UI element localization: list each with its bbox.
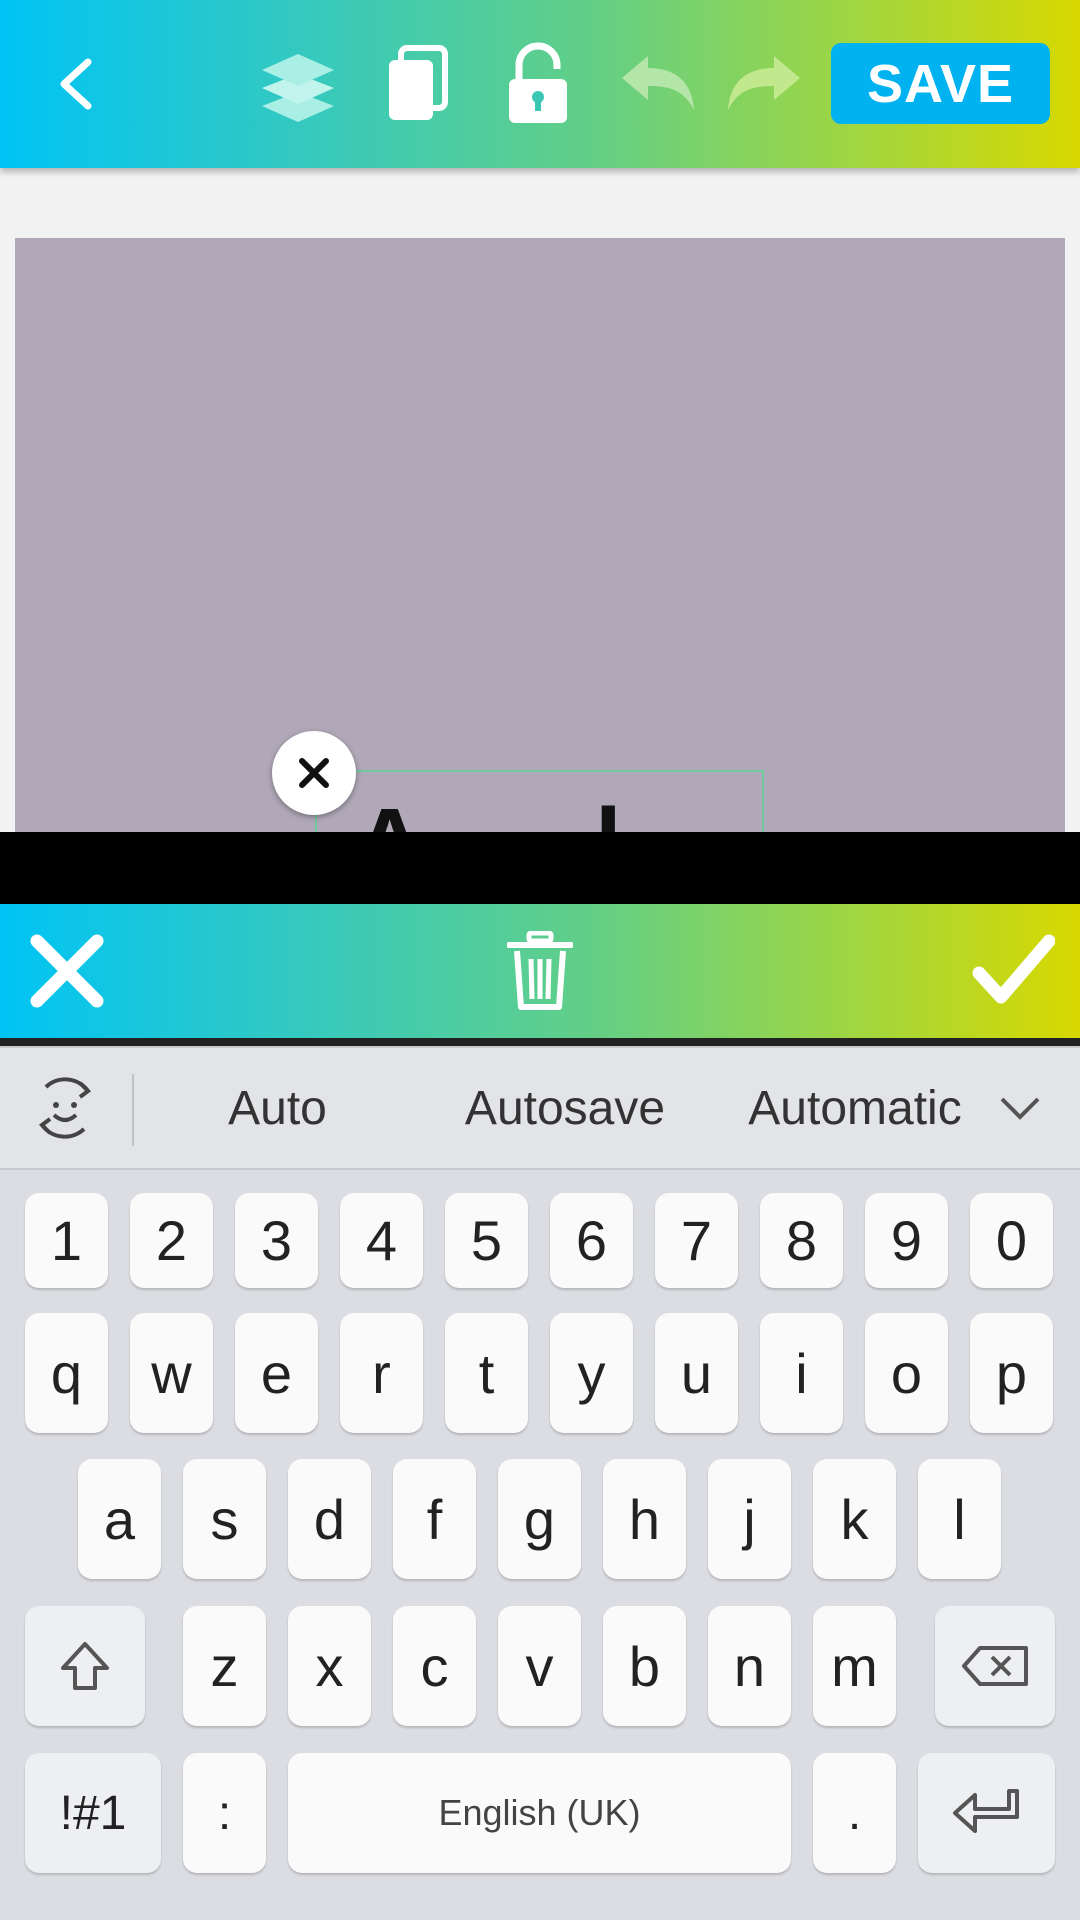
key-s[interactable]: s <box>183 1459 266 1579</box>
key-u[interactable]: u <box>655 1313 738 1433</box>
key-2[interactable]: 2 <box>130 1193 213 1288</box>
redo-icon[interactable] <box>714 34 814 134</box>
key-g[interactable]: g <box>498 1459 581 1579</box>
key-m[interactable]: m <box>813 1606 896 1726</box>
key-q[interactable]: q <box>25 1313 108 1433</box>
key-p[interactable]: p <box>970 1313 1053 1433</box>
key-x[interactable]: x <box>288 1606 371 1726</box>
key-a[interactable]: a <box>78 1459 161 1579</box>
key-n[interactable]: n <box>708 1606 791 1726</box>
text-edit-bar <box>0 904 1080 1038</box>
back-icon[interactable] <box>28 34 128 134</box>
key-c[interactable]: c <box>393 1606 476 1726</box>
colon-key[interactable]: : <box>183 1753 266 1873</box>
key-w[interactable]: w <box>130 1313 213 1433</box>
chevron-down-icon[interactable] <box>990 1048 1050 1168</box>
unlock-icon[interactable] <box>488 34 588 134</box>
shift-key[interactable] <box>25 1606 145 1726</box>
key-f[interactable]: f <box>393 1459 476 1579</box>
key-9[interactable]: 9 <box>865 1193 948 1288</box>
key-8[interactable]: 8 <box>760 1193 843 1288</box>
period-key[interactable]: . <box>813 1753 896 1873</box>
overlay-band <box>0 832 1080 904</box>
top-toolbar: SAVE <box>0 0 1080 168</box>
key-7[interactable]: 7 <box>655 1193 738 1288</box>
save-button[interactable]: SAVE <box>831 43 1050 124</box>
shift-icon <box>61 1642 109 1690</box>
suggestion-divider <box>132 1074 134 1146</box>
design-canvas[interactable]: A l <box>15 238 1065 832</box>
suggestion-3[interactable]: Automatic <box>735 1048 975 1168</box>
key-0[interactable]: 0 <box>970 1193 1053 1288</box>
key-o[interactable]: o <box>865 1313 948 1433</box>
backspace-icon <box>962 1646 1028 1686</box>
close-icon <box>299 758 329 788</box>
canvas-text-2[interactable]: l <box>595 788 622 832</box>
cancel-icon[interactable] <box>0 904 134 1038</box>
suggestion-bar: Auto Autosave Automatic <box>0 1046 1080 1170</box>
symbols-key[interactable]: !#1 <box>25 1753 161 1873</box>
enter-icon <box>952 1789 1019 1833</box>
backspace-key[interactable] <box>935 1606 1055 1726</box>
enter-key[interactable] <box>918 1753 1055 1873</box>
confirm-check-icon[interactable] <box>946 904 1080 1038</box>
key-e[interactable]: e <box>235 1313 318 1433</box>
suggestion-1[interactable]: Auto <box>170 1048 385 1168</box>
canvas-text[interactable]: A <box>355 788 424 832</box>
soft-keyboard: Auto Autosave Automatic 1 2 3 4 5 6 7 8 … <box>0 1046 1080 1920</box>
emoji-toggle-icon[interactable] <box>20 1048 110 1168</box>
key-v[interactable]: v <box>498 1606 581 1726</box>
key-j[interactable]: j <box>708 1459 791 1579</box>
key-t[interactable]: t <box>445 1313 528 1433</box>
key-5[interactable]: 5 <box>445 1193 528 1288</box>
key-l[interactable]: l <box>918 1459 1001 1579</box>
key-r[interactable]: r <box>340 1313 423 1433</box>
key-6[interactable]: 6 <box>550 1193 633 1288</box>
key-k[interactable]: k <box>813 1459 896 1579</box>
key-i[interactable]: i <box>760 1313 843 1433</box>
key-1[interactable]: 1 <box>25 1193 108 1288</box>
duplicate-icon[interactable] <box>368 34 468 134</box>
key-h[interactable]: h <box>603 1459 686 1579</box>
remove-element-button[interactable] <box>272 731 356 815</box>
undo-icon[interactable] <box>608 34 708 134</box>
key-d[interactable]: d <box>288 1459 371 1579</box>
key-4[interactable]: 4 <box>340 1193 423 1288</box>
key-z[interactable]: z <box>183 1606 266 1726</box>
key-3[interactable]: 3 <box>235 1193 318 1288</box>
suggestion-2[interactable]: Autosave <box>440 1048 690 1168</box>
key-b[interactable]: b <box>603 1606 686 1726</box>
layers-icon[interactable] <box>248 34 348 134</box>
space-key[interactable]: English (UK) <box>288 1753 791 1873</box>
trash-icon[interactable] <box>473 904 607 1038</box>
key-y[interactable]: y <box>550 1313 633 1433</box>
